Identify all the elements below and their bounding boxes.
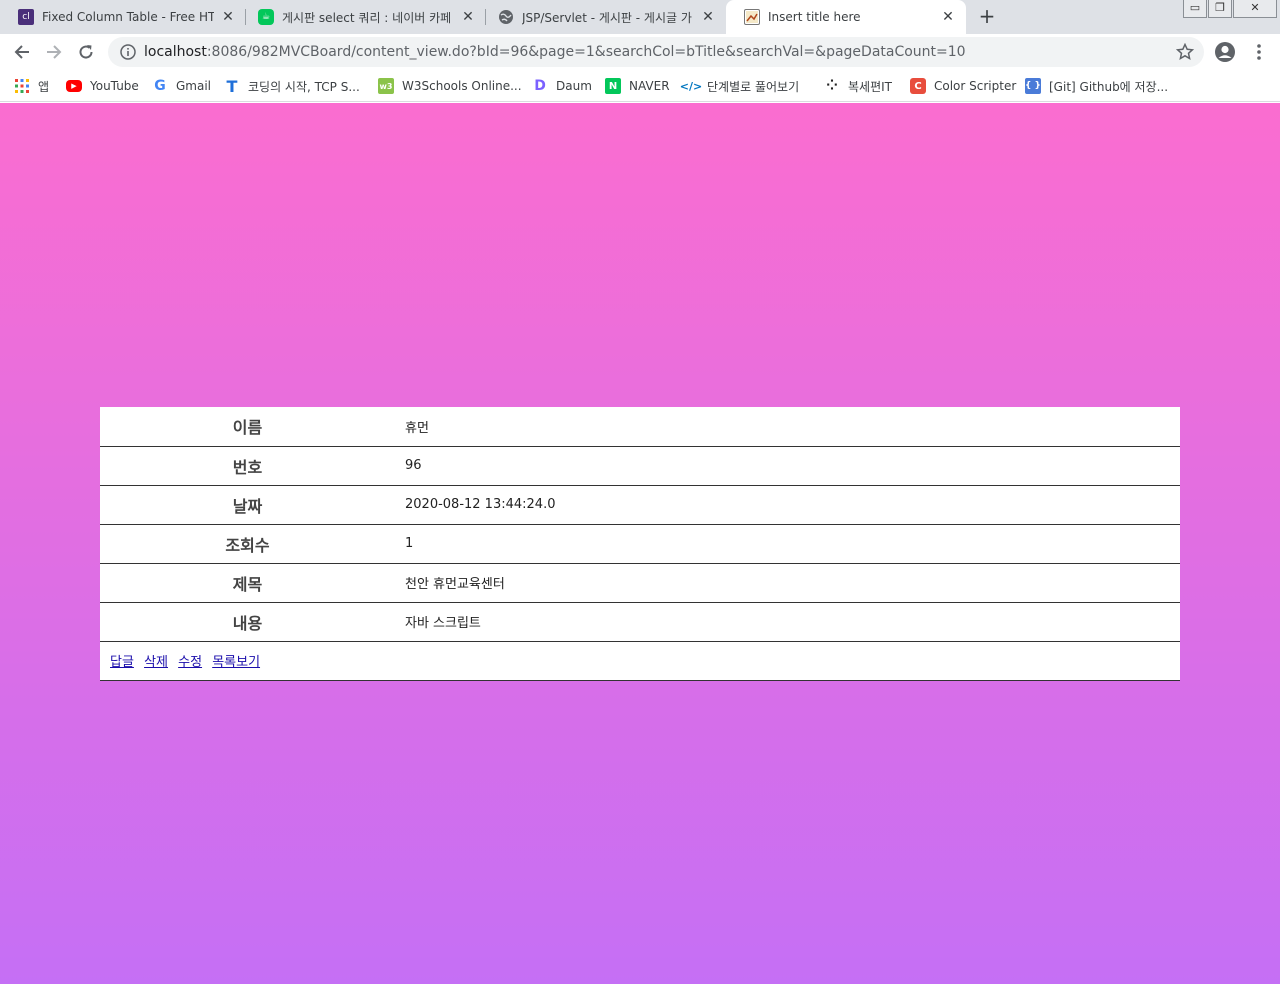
bookmark-apps[interactable]: 앱 xyxy=(14,76,49,96)
bookmark-label: NAVER xyxy=(629,79,670,93)
row-value: 1 xyxy=(395,524,1180,564)
forward-arrow-icon xyxy=(47,45,62,59)
dots-icon: ⁘ xyxy=(826,78,838,94)
back-arrow-icon xyxy=(14,45,29,59)
page-icon xyxy=(744,9,760,25)
row-value: 휴먼 xyxy=(395,407,1180,447)
row-content: 내용 자바 스크립트 xyxy=(100,602,1180,642)
browser-toolbar: localhost:8086/982MVCBoard/content_view.… xyxy=(0,34,1280,70)
profile-avatar-icon[interactable] xyxy=(1214,41,1236,63)
color-scripter-icon: C xyxy=(910,78,926,94)
globe-icon xyxy=(498,9,514,25)
row-label: 이름 xyxy=(100,407,395,447)
forward-button[interactable] xyxy=(40,38,68,66)
edit-link[interactable]: 수정 xyxy=(178,655,202,670)
new-tab-button[interactable]: + xyxy=(976,5,998,27)
bookmark-label: Color Scripter xyxy=(934,79,1017,93)
bookmark-label: Gmail xyxy=(176,79,212,93)
bookmarks-bar: 앱 ▶ YouTube G Gmail T 코딩의 시작, TCP S... w… xyxy=(0,70,1280,102)
bookmark-baekjoon[interactable]: </> 단계별로 풀어보기 xyxy=(679,76,800,96)
bookmark-daum[interactable]: D Daum xyxy=(532,76,592,96)
url-path: :8086/982MVCBoard/content_view.do?bId=96… xyxy=(206,44,966,60)
row-actions: 답글 삭제 수정 목록보기 xyxy=(100,641,1180,681)
row-name: 이름 휴먼 xyxy=(100,407,1180,447)
bookmark-tcp-school[interactable]: T 코딩의 시작, TCP S... xyxy=(224,76,360,96)
bookmark-naver[interactable]: N NAVER xyxy=(605,76,670,96)
bookmark-label: 앱 xyxy=(38,79,50,94)
bookmark-gmail[interactable]: G Gmail xyxy=(152,76,211,96)
reload-icon xyxy=(79,45,93,59)
bookmark-label: W3Schools Online... xyxy=(402,79,522,93)
kebab-menu-icon[interactable] xyxy=(1254,42,1264,62)
tcp-school-icon: T xyxy=(226,76,238,96)
bookmark-label: 코딩의 시작, TCP S... xyxy=(248,79,360,94)
address-bar[interactable]: localhost:8086/982MVCBoard/content_view.… xyxy=(108,37,1204,67)
bookmark-youtube[interactable]: ▶ YouTube xyxy=(66,76,139,96)
bookmark-label: 복세편IT xyxy=(848,79,892,94)
content-view-table: 이름 휴먼 번호 96 날짜 2020-08-12 13:44:24.0 조회수… xyxy=(100,407,1180,681)
code-icon: </> xyxy=(679,79,703,93)
close-icon[interactable]: ✕ xyxy=(220,9,236,25)
row-value: 2020-08-12 13:44:24.0 xyxy=(395,485,1180,525)
row-number: 번호 96 xyxy=(100,446,1180,486)
close-icon[interactable]: ✕ xyxy=(940,9,956,25)
tab-title: Fixed Column Table - Free HTML xyxy=(42,10,214,24)
reload-button[interactable] xyxy=(72,38,100,66)
actions-cell: 답글 삭제 수정 목록보기 xyxy=(100,641,1180,681)
row-value: 자바 스크립트 xyxy=(395,602,1180,642)
row-label: 날짜 xyxy=(100,485,395,525)
tab-fixed-column-table[interactable]: cl Fixed Column Table - Free HTML ✕ xyxy=(0,0,246,34)
bookmark-w3schools[interactable]: w3 W3Schools Online... xyxy=(378,76,522,96)
bookmark-color-scripter[interactable]: C Color Scripter xyxy=(910,76,1016,96)
apps-grid-icon xyxy=(14,78,30,94)
row-label: 번호 xyxy=(100,446,395,486)
colorlib-icon: cl xyxy=(18,9,34,25)
close-icon[interactable]: ✕ xyxy=(460,9,476,25)
github-doc-icon: { } xyxy=(1025,78,1041,94)
page-background: 이름 휴먼 번호 96 날짜 2020-08-12 13:44:24.0 조회수… xyxy=(0,103,1280,984)
bookmark-label: [Git] Github에 저장... xyxy=(1049,79,1169,94)
window-close-button[interactable]: ✕ xyxy=(1233,0,1277,18)
row-label: 내용 xyxy=(100,602,395,642)
minimize-button[interactable]: ▭ xyxy=(1183,0,1207,18)
tab-insert-title-here[interactable]: Insert title here ✕ xyxy=(726,0,966,34)
bookmark-label: YouTube xyxy=(90,79,139,93)
url-text: localhost:8086/982MVCBoard/content_view.… xyxy=(144,44,966,60)
google-icon: G xyxy=(154,78,166,94)
tab-jsp-servlet[interactable]: JSP/Servlet - 게시판 - 게시글 가 ✕ xyxy=(480,0,726,34)
row-value: 천안 휴먼교육센터 xyxy=(395,563,1180,603)
bookmark-label: Daum xyxy=(556,79,592,93)
naver-cafe-icon: ☕ xyxy=(258,9,274,25)
daum-icon: D xyxy=(534,78,546,94)
row-label: 조회수 xyxy=(100,524,395,564)
bookmark-github-doc[interactable]: { } [Git] Github에 저장... xyxy=(1025,76,1168,96)
youtube-icon: ▶ xyxy=(66,80,82,92)
tab-title: 게시판 select 쿼리 : 네이버 카페 xyxy=(282,10,452,25)
bookmark-star-icon[interactable] xyxy=(1176,43,1194,61)
tab-strip: cl Fixed Column Table - Free HTML ✕ ☕ 게시… xyxy=(0,0,1280,34)
back-button[interactable] xyxy=(8,38,36,66)
delete-link[interactable]: 삭제 xyxy=(144,655,168,670)
reply-link[interactable]: 답글 xyxy=(110,655,134,670)
restore-button[interactable]: ❐ xyxy=(1208,0,1232,18)
row-value: 96 xyxy=(395,446,1180,486)
row-title: 제목 천안 휴먼교육센터 xyxy=(100,563,1180,603)
tab-title: Insert title here xyxy=(768,10,861,24)
row-date: 날짜 2020-08-12 13:44:24.0 xyxy=(100,485,1180,525)
close-icon[interactable]: ✕ xyxy=(700,9,716,25)
bookmark-label: 단계별로 풀어보기 xyxy=(707,79,800,94)
w3schools-icon: w3 xyxy=(378,78,394,94)
tab-title: JSP/Servlet - 게시판 - 게시글 가 xyxy=(522,10,692,25)
row-views: 조회수 1 xyxy=(100,524,1180,564)
naver-icon: N xyxy=(605,78,621,94)
list-link[interactable]: 목록보기 xyxy=(212,655,260,670)
bookmark-boksepyeon[interactable]: ⁘ 복세편IT xyxy=(824,76,892,96)
row-label: 제목 xyxy=(100,563,395,603)
tab-naver-cafe[interactable]: ☕ 게시판 select 쿼리 : 네이버 카페 ✕ xyxy=(240,0,486,34)
info-icon[interactable] xyxy=(120,44,136,60)
url-host: localhost xyxy=(144,44,207,60)
